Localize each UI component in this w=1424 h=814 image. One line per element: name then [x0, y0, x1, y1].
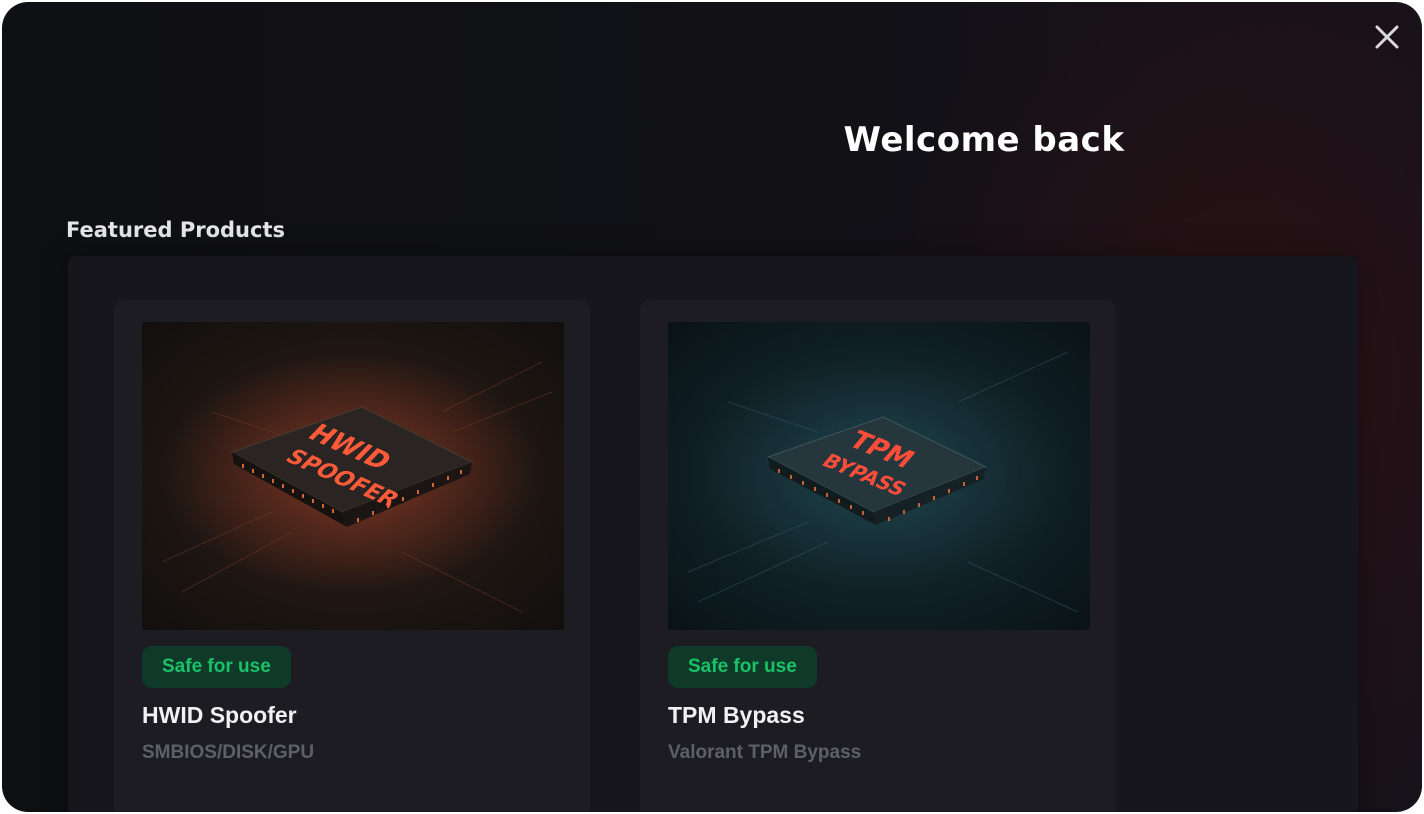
app-window: Welcome back Featured Products HWID SPOO…	[2, 2, 1422, 812]
product-subtitle: SMBIOS/DISK/GPU	[142, 742, 315, 763]
welcome-title: Welcome back	[843, 120, 1125, 160]
product-card-tpm-bypass[interactable]: TPM BYPASS Safe for use TPM Bypass Valor…	[640, 300, 1116, 812]
product-card-hwid-spoofer[interactable]: HWID SPOOFER Safe for use HWID Spoofer S…	[114, 300, 590, 812]
product-title: HWID Spoofer	[142, 702, 297, 728]
safe-badge: Safe for use	[668, 646, 817, 688]
close-icon	[1375, 25, 1399, 49]
tpm-bypass-image: TPM BYPASS	[668, 322, 1090, 630]
hwid-spoofer-image: HWID SPOOFER	[142, 322, 564, 630]
close-button[interactable]	[1370, 20, 1404, 54]
featured-products-heading: Featured Products	[66, 218, 285, 242]
product-subtitle: Valorant TPM Bypass	[668, 742, 862, 763]
product-title: TPM Bypass	[668, 702, 805, 728]
safe-badge: Safe for use	[142, 646, 291, 688]
